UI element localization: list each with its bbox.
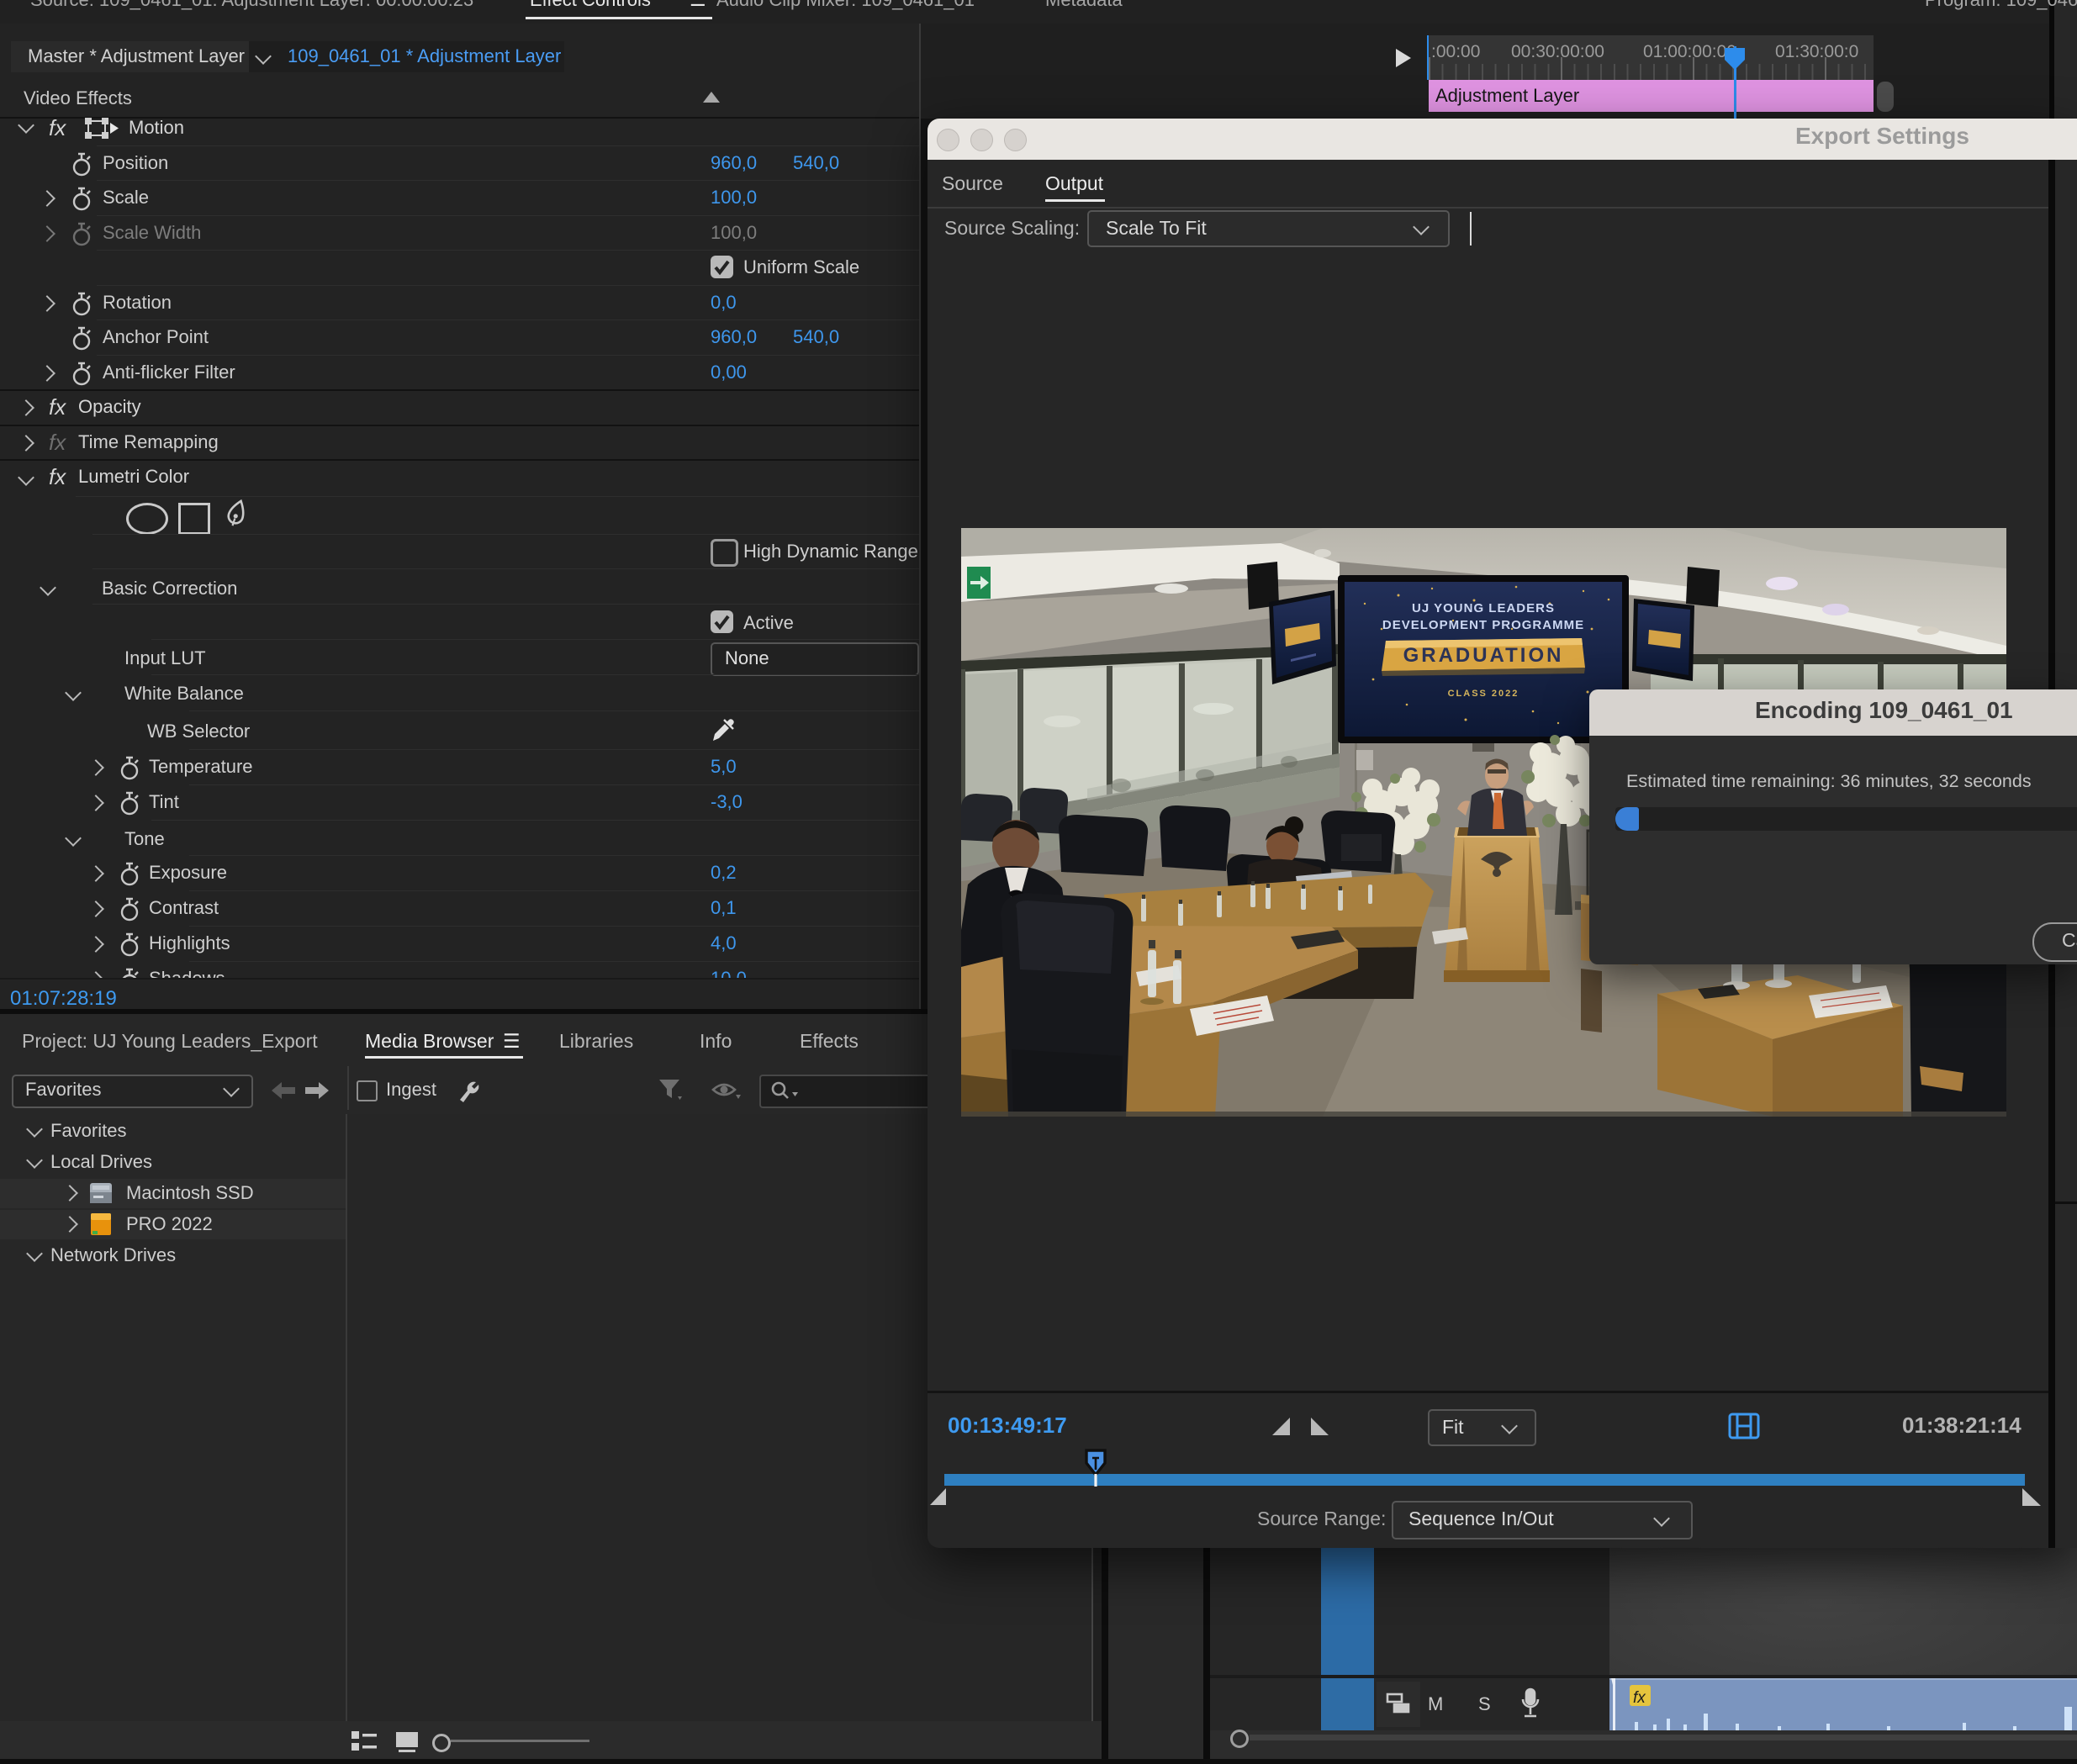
svg-text:CLASS 2022: CLASS 2022: [1448, 689, 1519, 699]
svg-text:UJ YOUNG LEADERS: UJ YOUNG LEADERS: [1412, 601, 1555, 615]
svg-text:GRADUATION: GRADUATION: [1403, 644, 1564, 667]
svg-text:DEVELOPMENT PROGRAMME: DEVELOPMENT PROGRAMME: [1382, 618, 1584, 632]
